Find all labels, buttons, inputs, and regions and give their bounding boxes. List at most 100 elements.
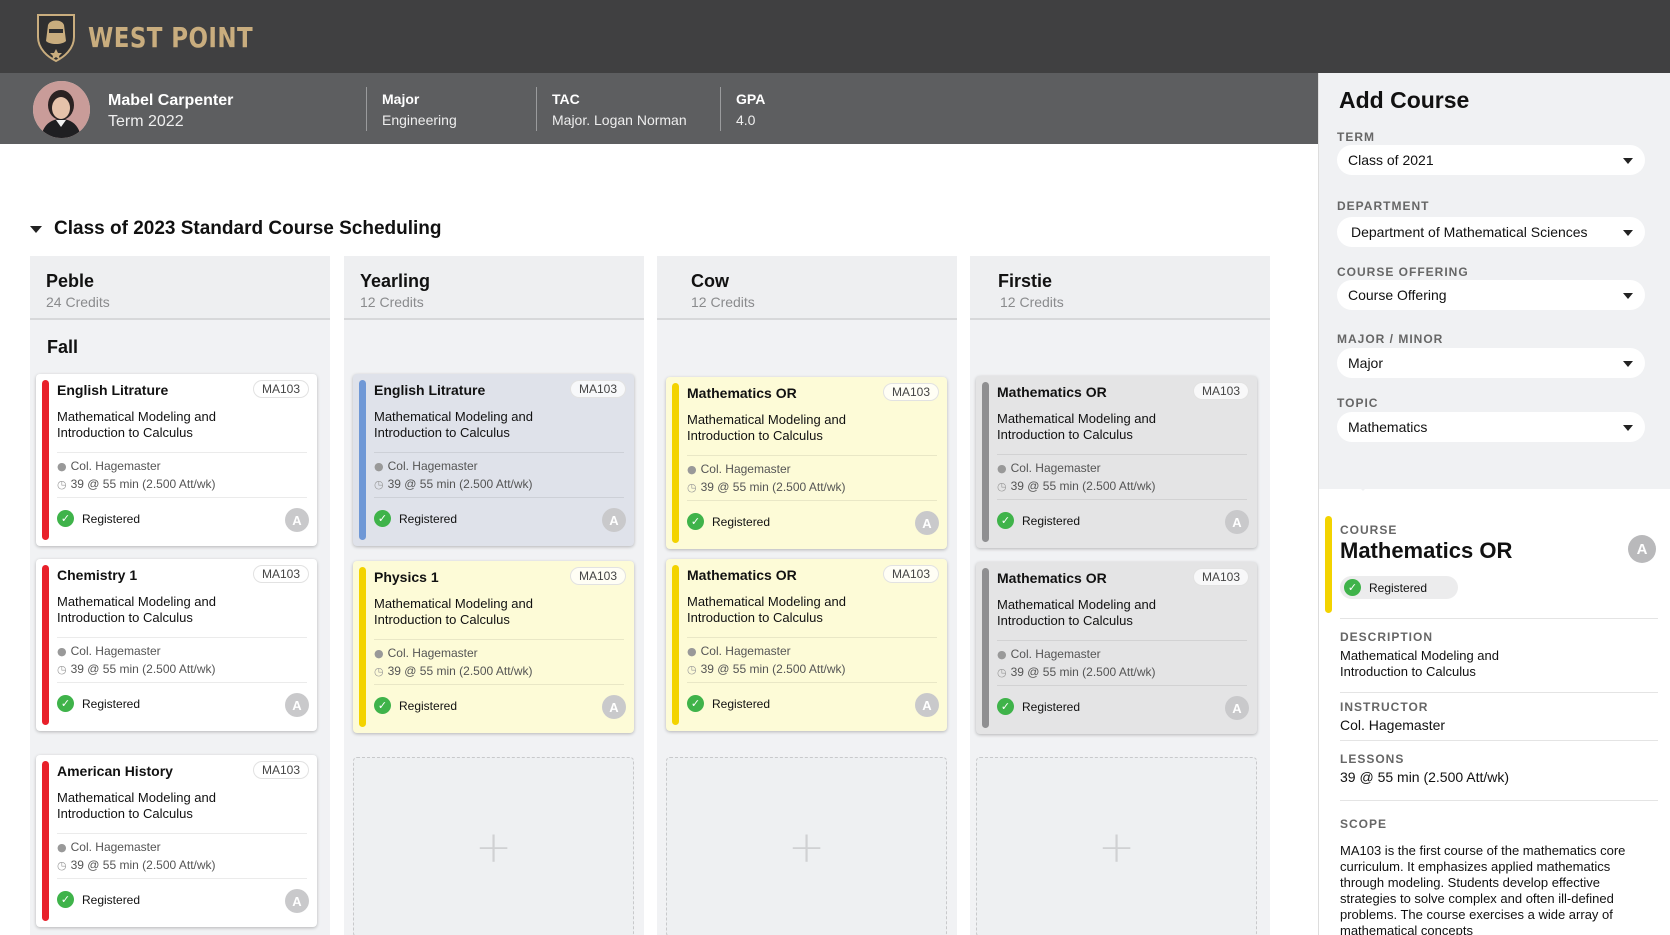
clock-icon: ◷ (997, 665, 1007, 679)
grade-badge[interactable]: A (1225, 510, 1249, 534)
card-accent-bar (359, 567, 366, 727)
grade-badge[interactable]: A (915, 511, 939, 535)
detail-instructor: Col. Hagemaster (1340, 717, 1446, 733)
registration-status: ✓ Registered (997, 698, 1080, 715)
status-text: Registered (712, 514, 771, 529)
course-description: Mathematical Modeling and Introduction t… (57, 409, 216, 440)
course-title: Physics 1 (374, 569, 439, 585)
course-title: English Litrature (57, 382, 169, 398)
grade-badge[interactable]: A (1225, 696, 1249, 720)
divider (687, 682, 937, 683)
plus-icon: + (788, 822, 825, 873)
topic-select[interactable]: Mathematics (1337, 412, 1645, 442)
card-accent-bar (982, 568, 989, 728)
divider (997, 454, 1247, 455)
empty-course-slot[interactable]: + (976, 757, 1257, 935)
divider (374, 497, 624, 498)
dropdown-arrow-icon (1623, 293, 1633, 299)
fall-label: Fall (47, 337, 79, 357)
course-instructor: ● Col. Hagemaster (57, 459, 161, 473)
lessons-text: 39 @ 55 min (2.500 Att/wk) (387, 477, 533, 491)
detail-course-name: Mathematics OR (1340, 538, 1513, 563)
divider (57, 497, 307, 498)
course-description: Mathematical Modeling and Introduction t… (997, 411, 1156, 442)
course-card[interactable]: Mathematics OR MA103 Mathematical Modeling… (666, 559, 947, 731)
column-title: Firstie (998, 271, 1053, 291)
department-select[interactable]: Department of Mathematical Sciences (1337, 217, 1645, 247)
gpa-label: GPA (736, 91, 766, 107)
course-card[interactable]: American History MA103 Mathematical Modeli… (36, 755, 317, 927)
divider (687, 637, 937, 638)
avatar-photo-icon (33, 81, 90, 138)
course-description: Mathematical Modeling and Introduction t… (57, 790, 216, 821)
check-icon: ✓ (997, 698, 1014, 715)
term-label: TERM (1337, 130, 1375, 144)
course-instructor: ● Col. Hagemaster (687, 462, 791, 476)
grade-badge[interactable]: A (915, 693, 939, 717)
course-card[interactable]: Mathematics OR MA103 Mathematical Modeling… (666, 377, 947, 549)
divider (374, 639, 624, 640)
student-term: Term 2022 (108, 113, 184, 130)
course-card[interactable]: Physics 1 MA103 Mathematical Modeling and … (353, 561, 634, 733)
detail-accent-bar (1325, 516, 1332, 613)
instructor-name: Col. Hagemaster (700, 644, 791, 658)
course-card[interactable]: Chemistry 1 MA103 Mathematical Modeling an… (36, 559, 317, 731)
course-instructor: ● Col. Hagemaster (687, 644, 791, 658)
card-accent-bar (359, 380, 366, 540)
topic-value: Mathematics (1348, 419, 1428, 435)
course-lessons: ◷ 39 @ 55 min (2.500 Att/wk) (374, 664, 533, 678)
status-text: Registered (399, 511, 458, 526)
tac-value: Major. Logan Norman (552, 112, 687, 128)
course-offering-select[interactable]: Course Offering (1337, 280, 1645, 310)
plus-icon: + (475, 822, 512, 873)
course-card[interactable]: Mathematics OR MA103 Mathematical Modeling… (976, 562, 1257, 734)
course-lessons: ◷ 39 @ 55 min (2.500 Att/wk) (57, 858, 216, 872)
clock-icon: ◷ (57, 477, 67, 491)
course-instructor: ● Col. Hagemaster (57, 840, 161, 854)
grade-badge[interactable]: A (602, 508, 626, 532)
gpa-value: 4.0 (736, 112, 756, 128)
divider (374, 684, 624, 685)
panel-title: Add Course (1339, 87, 1470, 113)
person-icon: ● (57, 644, 67, 658)
empty-course-slot[interactable]: + (666, 757, 947, 935)
course-lessons: ◷ 39 @ 55 min (2.500 Att/wk) (687, 480, 846, 494)
topic-label: TOPIC (1337, 396, 1379, 410)
divider (997, 640, 1247, 641)
empty-course-slot[interactable]: + (353, 757, 634, 935)
major-minor-select[interactable]: Major (1337, 348, 1645, 378)
column-header: Cow 12 Credits (657, 256, 957, 320)
check-icon: ✓ (997, 512, 1014, 529)
grade-badge[interactable]: A (602, 695, 626, 719)
card-accent-bar (982, 382, 989, 542)
registration-status: ✓ Registered (57, 891, 140, 908)
dropdown-arrow-icon (1623, 361, 1633, 367)
registration-status: ✓ Registered (687, 513, 770, 530)
divider (687, 500, 937, 501)
registration-status: ✓ Registered (374, 510, 457, 527)
logo[interactable]: WEST POINT (34, 11, 289, 63)
divider (1340, 800, 1658, 801)
grade-badge[interactable]: A (285, 508, 309, 532)
lessons-text: 39 @ 55 min (2.500 Att/wk) (700, 480, 846, 494)
detail-status-badge: ✓ Registered (1340, 576, 1458, 599)
profile-bar: Mabel Carpenter Term 2022 Major Engineer… (0, 73, 1318, 144)
major-minor-value: Major (1348, 355, 1384, 371)
course-card[interactable]: English Litrature MA103 Mathematical Model… (353, 374, 634, 546)
course-lessons: ◷ 39 @ 55 min (2.500 Att/wk) (997, 479, 1156, 493)
course-code-badge: MA103 (252, 380, 309, 398)
course-card[interactable]: Mathematics OR MA103 Mathematical Modeling… (976, 376, 1257, 548)
avatar[interactable] (33, 81, 90, 138)
status-text: Registered (399, 698, 458, 713)
grade-badge[interactable]: A (285, 889, 309, 913)
course-instructor: ● Col. Hagemaster (374, 646, 478, 660)
course-card[interactable]: English Litrature MA103 Mathematical Model… (36, 374, 317, 546)
column-title: Cow (691, 271, 729, 291)
term-select[interactable]: Class of 2021 (1337, 145, 1645, 175)
course-code-badge: MA103 (1192, 568, 1249, 586)
person-icon: ● (997, 647, 1007, 661)
course-title: English Litrature (374, 382, 486, 398)
section-toggle[interactable]: Class of 2023 Standard Course Scheduling (30, 218, 442, 240)
registration-status: ✓ Registered (374, 697, 457, 714)
grade-badge[interactable]: A (285, 693, 309, 717)
